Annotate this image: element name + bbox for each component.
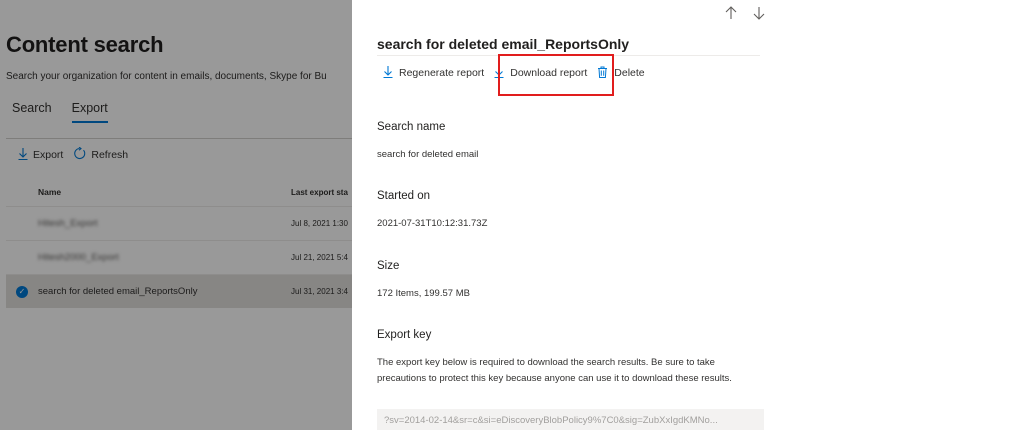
export-button[interactable]: Export xyxy=(18,147,64,162)
download-arrow-icon xyxy=(494,66,504,80)
download-arrow-icon xyxy=(383,66,393,80)
arrow-up-icon xyxy=(725,6,737,19)
size-value: 172 Items, 199.57 MB xyxy=(377,288,470,299)
row-name: search for deleted email_ReportsOnly xyxy=(38,286,198,297)
trash-icon xyxy=(597,66,608,80)
download-report-label: Download report xyxy=(510,67,588,79)
export-key-label: Export key xyxy=(377,329,432,341)
table-row[interactable]: Hitesh2000_Export Jul 21, 2021 5:4 xyxy=(6,240,366,274)
started-on-label: Started on xyxy=(377,190,431,202)
row-name: Hitesh_Export xyxy=(38,218,98,229)
column-header-name[interactable]: Name xyxy=(38,187,291,197)
search-name-label: Search name xyxy=(377,121,446,133)
started-on-value: 2021-07-31T10:12:31.73Z xyxy=(377,218,488,229)
tab-search[interactable]: Search xyxy=(12,101,52,123)
export-key-field[interactable]: ?sv=2014-02-14&sr=c&si=eDiscoveryBlobPol… xyxy=(377,409,764,430)
refresh-button[interactable]: Refresh xyxy=(73,146,129,162)
tab-divider xyxy=(6,138,366,139)
arrow-down-icon xyxy=(753,7,765,20)
download-report-button[interactable]: Download report xyxy=(494,64,587,82)
refresh-icon xyxy=(73,146,86,162)
panel-title: search for deleted email_ReportsOnly xyxy=(377,36,630,52)
delete-button[interactable]: Delete xyxy=(597,64,645,82)
table-row-selected[interactable]: ✓ search for deleted email_ReportsOnly J… xyxy=(6,274,366,308)
table-row[interactable]: Hitesh_Export Jul 8, 2021 1:30 xyxy=(6,206,366,240)
panel-command-bar: Regenerate report Download report Delete xyxy=(383,64,655,82)
list-toolbar: Export Refresh xyxy=(18,146,129,162)
export-details-panel: search for deleted email_ReportsOnly Reg… xyxy=(352,0,1024,430)
previous-item-button[interactable] xyxy=(725,6,737,23)
search-name-value: search for deleted email xyxy=(377,149,479,160)
page-subtitle: Search your organization for content in … xyxy=(6,71,327,82)
checkmark-circle-icon: ✓ xyxy=(16,285,28,298)
row-name: Hitesh2000_Export xyxy=(38,252,119,263)
panel-divider xyxy=(377,55,760,56)
regenerate-report-label: Regenerate report xyxy=(399,67,485,79)
download-arrow-icon xyxy=(18,147,28,162)
export-table: Name Last export sta Hitesh_Export Jul 8… xyxy=(6,178,366,308)
refresh-button-label: Refresh xyxy=(91,148,129,161)
size-label: Size xyxy=(377,260,400,272)
tab-bar: Search Export xyxy=(12,101,108,123)
export-button-label: Export xyxy=(33,148,64,161)
next-item-button[interactable] xyxy=(753,6,765,23)
export-key-note: The export key below is required to down… xyxy=(377,357,732,384)
page-title: Content search xyxy=(6,32,164,57)
tab-export[interactable]: Export xyxy=(71,101,108,123)
regenerate-report-button[interactable]: Regenerate report xyxy=(383,64,484,82)
table-header: Name Last export sta xyxy=(6,178,366,206)
panel-nav xyxy=(725,6,765,23)
delete-label: Delete xyxy=(614,67,645,79)
